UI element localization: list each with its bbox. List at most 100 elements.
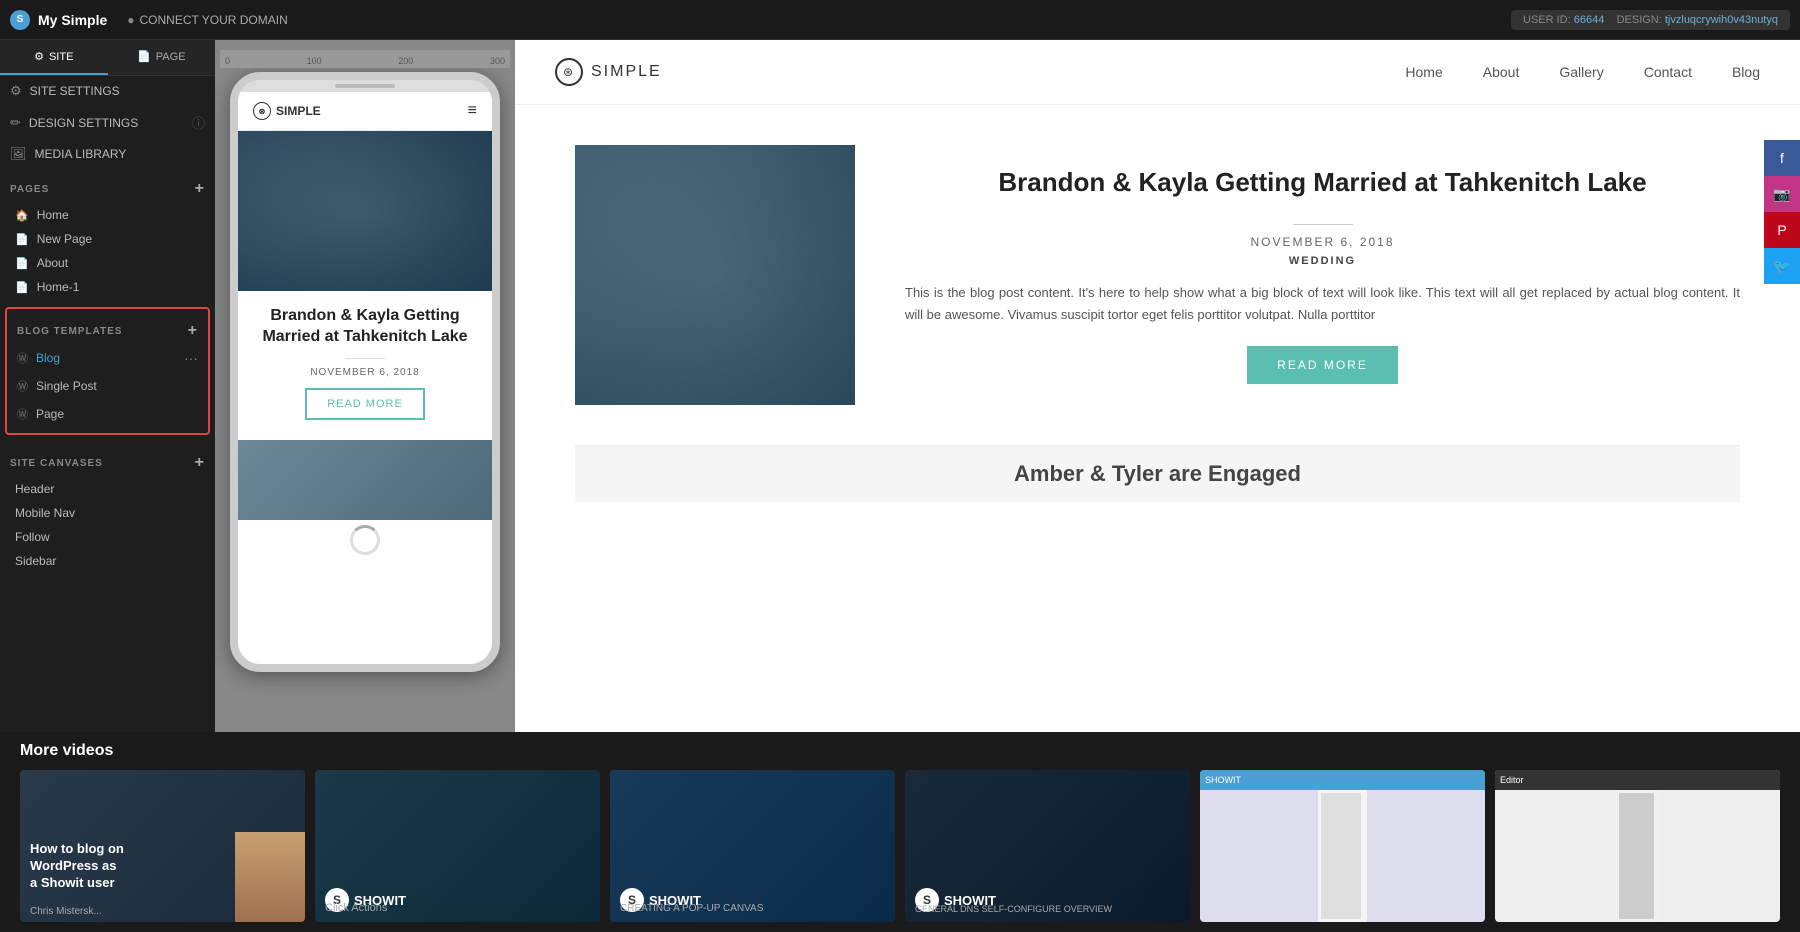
blog-post-date: NOVEMBER 6, 2018 (905, 235, 1740, 249)
blog-templates-section: BLOG TEMPLATES + Ⓦ Blog ··· Ⓦ Single Pos… (5, 307, 210, 435)
video-thumb-3[interactable]: S SHOWIT CREATING A POP-UP CANVAS (610, 770, 895, 922)
page-icon: 📄 (15, 233, 29, 246)
phone-notch (238, 80, 492, 92)
sidebar-tabs: ⚙ SITE 📄 PAGE (0, 40, 215, 76)
connect-domain-button[interactable]: ● CONNECT YOUR DOMAIN (127, 13, 288, 27)
video-thumb-img-6: Editor (1495, 770, 1780, 922)
sidebar-item-design-settings[interactable]: ✏ DESIGN SETTINGS ⓘ (0, 106, 215, 139)
video-thumb-4[interactable]: S SHOWIT GENERAL DNS SELF-CONFIGURE OVER… (905, 770, 1190, 922)
nav-home[interactable]: Home (1405, 64, 1442, 80)
sidebar-item-site-settings[interactable]: ⚙ SITE SETTINGS (0, 76, 215, 106)
page-item-home1[interactable]: 📄 Home-1 (5, 275, 210, 299)
desktop-site-logo: ⊛ SIMPLE (555, 58, 662, 86)
phone-post-date: NOVEMBER 6, 2018 (253, 367, 477, 378)
hamburger-menu-icon[interactable]: ≡ (468, 102, 477, 120)
pages-list: 🏠 Home 📄 New Page 📄 About 📄 Home-1 (0, 203, 215, 299)
phone-loading-spinner (238, 520, 492, 560)
video-thumb-6[interactable]: Editor (1495, 770, 1780, 922)
site-canvases-header: SITE CANVASES + (0, 443, 215, 477)
phone-screen: ⊛ SIMPLE ≡ Brandon & Kayla Getting Marri… (238, 92, 492, 664)
phone-site-logo: ⊛ SIMPLE (253, 102, 321, 120)
phone-frame: ⊛ SIMPLE ≡ Brandon & Kayla Getting Marri… (230, 72, 500, 672)
video-thumb-img-1: How to blog onWordPress asa Showit user … (20, 770, 305, 922)
wp-icon: Ⓦ (17, 350, 28, 366)
blog-template-page[interactable]: Ⓦ Page (7, 400, 208, 428)
canvas-mobile-nav[interactable]: Mobile Nav (5, 501, 210, 525)
wp-icon: Ⓦ (17, 378, 28, 394)
video-subtitle-3: CREATING A POP-UP CANVAS (620, 903, 763, 914)
desktop-logo-icon: ⊛ (555, 58, 583, 86)
blog-post-title: Brandon & Kayla Getting Married at Tahke… (905, 166, 1740, 200)
pages-section-header: PAGES + (0, 169, 215, 203)
ruler: 0 100 200 300 (220, 50, 510, 68)
site-canvases-list: Header Mobile Nav Follow Sidebar (0, 477, 215, 573)
more-videos-label: More videos (20, 742, 1780, 760)
app-name: My Simple (38, 12, 107, 28)
site-tab-icon: ⚙ (34, 50, 44, 63)
twitter-button[interactable]: 🐦 (1764, 248, 1800, 284)
canvas-sidebar[interactable]: Sidebar (5, 549, 210, 573)
phone-post-content: Brandon & Kayla Getting Married at Tahke… (238, 291, 492, 435)
canvas-follow[interactable]: Follow (5, 525, 210, 549)
gear-icon: ⚙ (10, 83, 22, 99)
page-item-home[interactable]: 🏠 Home (5, 203, 210, 227)
page-item-about[interactable]: 📄 About (5, 251, 210, 275)
mobile-preview-panel: 0 100 200 300 ⊛ SIMPLE ≡ (215, 40, 515, 732)
video-thumb-img-3: S SHOWIT CREATING A POP-UP CANVAS (610, 770, 895, 922)
nav-about[interactable]: About (1483, 64, 1520, 80)
add-blog-template-button[interactable]: + (188, 322, 198, 340)
app-logo: S My Simple (10, 10, 107, 30)
blog-post-read-more-button[interactable]: READ MORE (1247, 346, 1398, 384)
info-icon: ⓘ (192, 113, 205, 132)
logo-icon: S (10, 10, 30, 30)
phone-header: ⊛ SIMPLE ≡ (238, 92, 492, 131)
blog-post-excerpt: This is the blog post content. It's here… (905, 282, 1740, 326)
nav-gallery[interactable]: Gallery (1559, 64, 1603, 80)
tab-site[interactable]: ⚙ SITE (0, 40, 108, 75)
pinterest-button[interactable]: P (1764, 212, 1800, 248)
video-thumb-img-5: SHOWIT (1200, 770, 1485, 922)
social-sidebar: f 📷 P 🐦 (1764, 140, 1800, 284)
phone-hero-image (238, 131, 492, 291)
bottom-section: More videos How to blog onWordPress asa … (0, 732, 1800, 932)
video-thumbnails: How to blog onWordPress asa Showit user … (20, 770, 1780, 922)
phone-logo-icon: ⊛ (253, 102, 271, 120)
video-thumb-img-2: S SHOWIT Click Actions (315, 770, 600, 922)
facebook-button[interactable]: f (1764, 140, 1800, 176)
video-subtitle-2: Click Actions (325, 902, 387, 914)
phone-read-more-button[interactable]: READ MORE (305, 388, 425, 420)
blog-post-image (575, 145, 855, 405)
page-icon: 📄 (15, 257, 29, 270)
add-canvas-button[interactable]: + (195, 455, 205, 471)
video-thumb-img-4: S SHOWIT GENERAL DNS SELF-CONFIGURE OVER… (905, 770, 1190, 922)
blog-templates-header: BLOG TEMPLATES + (7, 314, 208, 344)
top-bar: S My Simple ● CONNECT YOUR DOMAIN USER I… (0, 0, 1800, 40)
sidebar: ⚙ SITE 📄 PAGE ⚙ SITE SETTINGS ✏ DESIGN S… (0, 40, 215, 732)
video-thumb-5[interactable]: SHOWIT (1200, 770, 1485, 922)
blog-post-text: Brandon & Kayla Getting Married at Tahke… (905, 145, 1740, 405)
add-page-button[interactable]: + (195, 181, 205, 197)
desktop-nav: Home About Gallery Contact Blog (1405, 64, 1760, 80)
second-post-preview: Amber & Tyler are Engaged (575, 445, 1740, 502)
desktop-content: Brandon & Kayla Getting Married at Tahke… (515, 105, 1800, 732)
nav-contact[interactable]: Contact (1644, 64, 1692, 80)
desktop-site-header: ⊛ SIMPLE Home About Gallery Contact Blog (515, 40, 1800, 105)
content-area: 0 100 200 300 ⊛ SIMPLE ≡ (215, 40, 1800, 732)
blog-post-category: WEDDING (905, 255, 1740, 267)
page-tab-icon: 📄 (137, 50, 151, 63)
canvas-header[interactable]: Header (5, 477, 210, 501)
video-thumb-2[interactable]: S SHOWIT Click Actions (315, 770, 600, 922)
tab-page[interactable]: 📄 PAGE (108, 40, 216, 75)
wp-icon: Ⓦ (17, 406, 28, 422)
blog-template-single-post[interactable]: Ⓦ Single Post (7, 372, 208, 400)
video-creator-label: Chris Mistersk... (30, 906, 102, 917)
sidebar-item-media-library[interactable]: 🖼 MEDIA LIBRARY (0, 139, 215, 169)
nav-blog[interactable]: Blog (1732, 64, 1760, 80)
video-thumb-1[interactable]: How to blog onWordPress asa Showit user … (20, 770, 305, 922)
media-icon: 🖼 (10, 146, 27, 162)
second-post-title: Amber & Tyler are Engaged (635, 461, 1680, 487)
page-item-new-page[interactable]: 📄 New Page (5, 227, 210, 251)
more-options-icon[interactable]: ··· (184, 350, 198, 366)
instagram-button[interactable]: 📷 (1764, 176, 1800, 212)
blog-template-blog[interactable]: Ⓦ Blog ··· (7, 344, 208, 372)
